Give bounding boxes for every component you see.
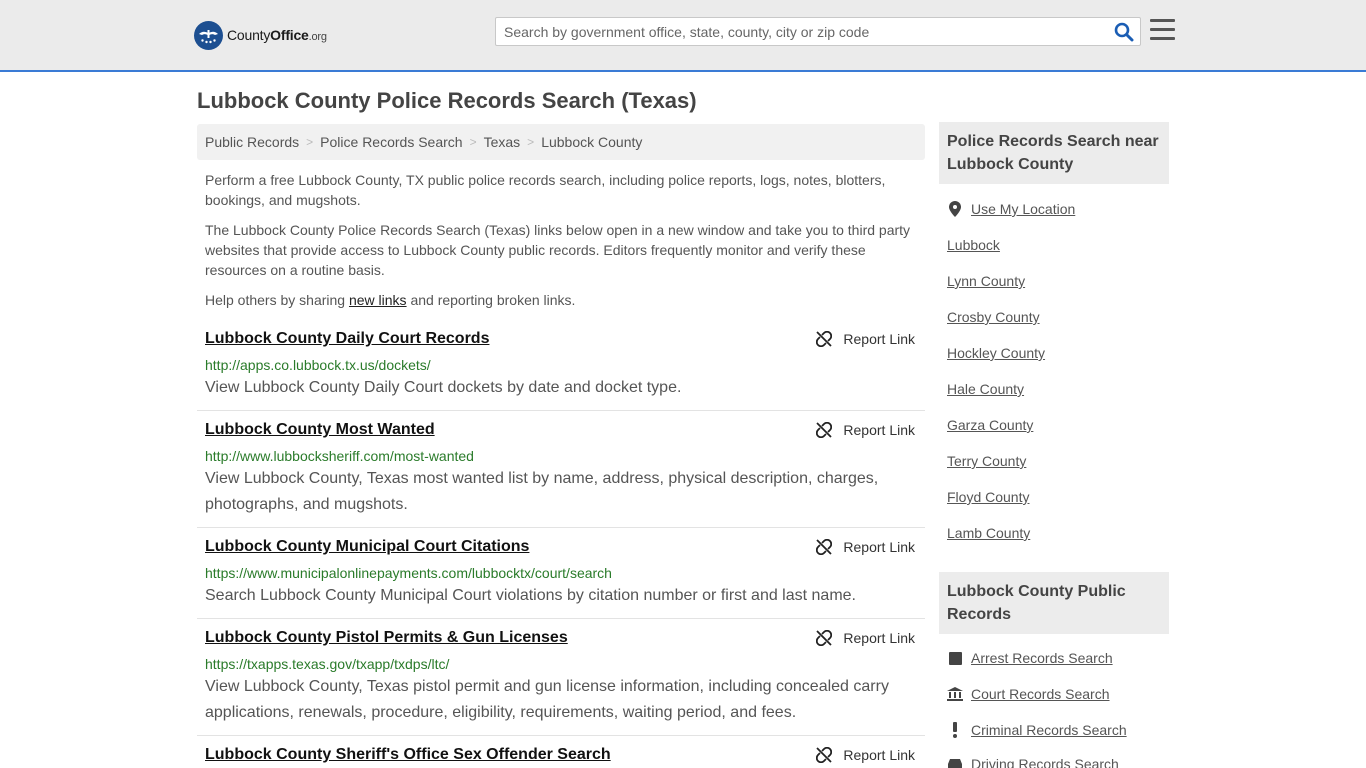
intro-paragraph: Perform a free Lubbock County, TX public… [205, 172, 886, 208]
report-link-button[interactable]: Report Link [816, 747, 915, 763]
nearby-link-hockley-county[interactable]: Hockley County [947, 345, 1045, 361]
entry-description: View Lubbock County, Texas most wanted l… [205, 470, 879, 513]
nearby-link-lubbock[interactable]: Lubbock [947, 237, 1000, 253]
breadcrumb-lubbock-county[interactable]: Lubbock County [541, 134, 642, 150]
report-link-button[interactable]: Report Link [816, 331, 915, 347]
use-my-location-label: Use My Location [971, 201, 1076, 217]
entry-title-link[interactable]: Lubbock County Most Wanted [205, 421, 435, 439]
nearby-link-crosby-county[interactable]: Crosby County [947, 309, 1040, 325]
arrest-records-search-label: Arrest Records Search [971, 650, 1113, 666]
court-records-search-link[interactable]: Court Records Search [947, 686, 1110, 702]
broken-link-icon [816, 422, 833, 438]
logo-word-org: .org [308, 31, 327, 43]
sidebar-heading-public-records: Lubbock County Public Records [939, 572, 1169, 634]
search-icon[interactable] [1114, 22, 1134, 42]
page-title: Lubbock County Police Records Search (Te… [197, 88, 697, 113]
nearby-link-garza-county[interactable]: Garza County [947, 417, 1033, 433]
broken-link-icon [816, 747, 833, 763]
chevron-right-icon: > [306, 135, 314, 149]
logo-wordmark: CountyOffice.org [227, 27, 327, 43]
report-link-label: Report Link [843, 539, 915, 555]
entry-title-link[interactable]: Lubbock County Municipal Court Citations [205, 538, 529, 556]
search-input[interactable] [496, 18, 1096, 45]
share-links-paragraph: Help others by sharing new links and rep… [205, 290, 915, 310]
list-item: Lubbock County Municipal Court Citations… [197, 538, 925, 619]
nearby-link-floyd-county[interactable]: Floyd County [947, 489, 1029, 505]
logo-word-office: Office [270, 27, 309, 43]
breadcrumb-public-records[interactable]: Public Records [205, 134, 299, 150]
exclamation-icon [947, 722, 963, 738]
site-header: CountyOffice.org [0, 0, 1366, 72]
entry-url[interactable]: http://apps.co.lubbock.tx.us/dockets/ [205, 357, 431, 373]
report-link-label: Report Link [843, 630, 915, 646]
nearby-link-hale-county[interactable]: Hale County [947, 381, 1024, 397]
courthouse-icon [947, 686, 963, 702]
broken-link-icon [816, 331, 833, 347]
logo-word-county: County [227, 27, 271, 43]
sidebar-heading-nearby: Police Records Search near Lubbock Count… [939, 122, 1169, 184]
entry-description: View Lubbock County, Texas pistol permit… [205, 678, 889, 721]
report-link-label: Report Link [843, 422, 915, 438]
new-links-link[interactable]: new links [349, 292, 407, 308]
report-link-label: Report Link [843, 747, 915, 763]
criminal-records-search-label: Criminal Records Search [971, 722, 1127, 738]
hamburger-menu-icon[interactable] [1150, 19, 1175, 41]
arrest-records-search-link[interactable]: Arrest Records Search [947, 650, 1113, 666]
entry-description: Search Lubbock County Municipal Court vi… [205, 587, 856, 604]
nearby-link-terry-county[interactable]: Terry County [947, 453, 1026, 469]
criminal-records-search-link[interactable]: Criminal Records Search [947, 722, 1127, 738]
use-my-location-link[interactable]: Use My Location [947, 201, 1075, 217]
entry-title-link[interactable]: Lubbock County Sheriff's Office Sex Offe… [205, 746, 611, 764]
report-link-label: Report Link [843, 331, 915, 347]
driving-records-search-label: Driving Records Search [971, 756, 1119, 768]
report-link-button[interactable]: Report Link [816, 630, 915, 646]
square-icon [947, 650, 963, 666]
list-item: Lubbock County Sheriff's Office Sex Offe… [197, 746, 925, 768]
map-pin-icon [947, 201, 963, 217]
car-icon [947, 756, 963, 768]
county-seal-icon [194, 20, 223, 50]
share-text-before: Help others by sharing [205, 292, 349, 308]
site-logo[interactable]: CountyOffice.org [194, 20, 327, 50]
entry-description: View Lubbock County Daily Court dockets … [205, 379, 682, 396]
list-item: Lubbock County Daily Court Records Repor… [197, 330, 925, 411]
nearby-link-lamb-county[interactable]: Lamb County [947, 525, 1030, 541]
nearby-link-lynn-county[interactable]: Lynn County [947, 273, 1025, 289]
report-link-button[interactable]: Report Link [816, 539, 915, 555]
breadcrumb-police-records-search[interactable]: Police Records Search [320, 134, 462, 150]
entry-url[interactable]: https://txapps.texas.gov/txapp/txdps/ltc… [205, 656, 449, 672]
broken-link-icon [816, 630, 833, 646]
report-link-button[interactable]: Report Link [816, 422, 915, 438]
entry-url[interactable]: https://www.municipalonlinepayments.com/… [205, 565, 612, 581]
broken-link-icon [816, 539, 833, 555]
entry-url[interactable]: http://www.lubbocksheriff.com/most-wante… [205, 448, 474, 464]
driving-records-search-link[interactable]: Driving Records Search [947, 756, 1119, 768]
breadcrumb-texas[interactable]: Texas [484, 134, 521, 150]
list-item: Lubbock County Pistol Permits & Gun Lice… [197, 629, 925, 736]
search-bar [495, 17, 1141, 46]
list-item: Lubbock County Most Wanted Report Link h… [197, 421, 925, 528]
chevron-right-icon: > [469, 135, 477, 149]
breadcrumb: Public Records > Police Records Search >… [197, 124, 925, 160]
court-records-search-label: Court Records Search [971, 686, 1110, 702]
share-text-after: and reporting broken links. [406, 292, 576, 308]
disclaimer-paragraph: The Lubbock County Police Records Search… [205, 222, 911, 278]
chevron-right-icon: > [527, 135, 535, 149]
entry-title-link[interactable]: Lubbock County Daily Court Records [205, 330, 489, 348]
entry-title-link[interactable]: Lubbock County Pistol Permits & Gun Lice… [205, 629, 568, 647]
